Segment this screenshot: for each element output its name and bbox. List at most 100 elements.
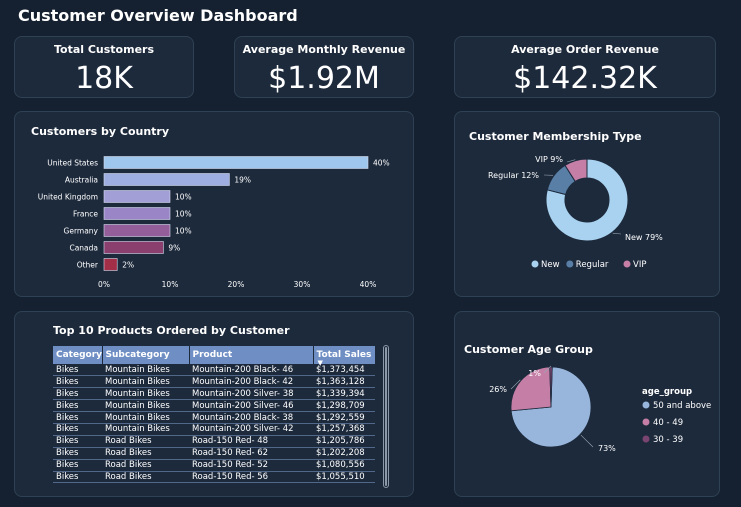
legend-label[interactable]: 40 - 49 bbox=[653, 418, 683, 428]
table-row[interactable]: Bikes Road Bikes Road-150 Red- 62 $1,202,20… bbox=[53, 447, 375, 460]
x-tick-label: 30% bbox=[294, 280, 311, 289]
country-chart-card[interactable]: Customers by Country United States 40% Aus… bbox=[14, 111, 414, 297]
x-tick-label: 40% bbox=[360, 280, 377, 289]
table-cell: Road Bikes bbox=[102, 471, 189, 484]
data-label: 9% bbox=[168, 244, 180, 253]
table-cell: Bikes bbox=[53, 459, 102, 472]
kpi-card-total-customers[interactable]: Total Customers 18K bbox=[14, 36, 194, 98]
category-label: Australia bbox=[65, 176, 98, 185]
table-cell: Mountain Bikes bbox=[102, 423, 189, 436]
legend-label[interactable]: 50 and above bbox=[653, 401, 711, 411]
legend-marker bbox=[642, 418, 650, 426]
kpi-value: $142.32K bbox=[513, 61, 657, 96]
table-row[interactable]: Bikes Mountain Bikes Mountain-200 Black- 4… bbox=[53, 375, 375, 389]
table-cell: Mountain Bikes bbox=[102, 387, 189, 401]
table-row[interactable]: Bikes Mountain Bikes Mountain-200 Silver- … bbox=[53, 423, 375, 436]
legend-marker bbox=[566, 260, 574, 268]
leader-line bbox=[580, 434, 594, 448]
table-row[interactable]: Bikes Road Bikes Road-150 Red- 56 $1,055,51… bbox=[53, 471, 375, 484]
sort-desc-icon[interactable]: ▼ bbox=[318, 359, 323, 367]
table-cell: Bikes bbox=[53, 435, 102, 448]
table-cell: $1,292,559 bbox=[313, 411, 375, 424]
table-cell: Bikes bbox=[53, 471, 102, 484]
table-cell: Bikes bbox=[53, 375, 102, 389]
table-title: Top 10 Products Ordered by Customer bbox=[53, 324, 290, 337]
table-cell: Mountain Bikes bbox=[102, 399, 189, 413]
table-cell: $1,202,208 bbox=[313, 447, 375, 460]
bar-other[interactable] bbox=[103, 258, 118, 271]
slice-label: 1% bbox=[528, 369, 541, 378]
table-cell: Mountain Bikes bbox=[102, 364, 189, 377]
age-pie-chart[interactable]: 73% 26% 1% age_group 50 and above 40 - 49 30 -… bbox=[455, 312, 719, 496]
table-cell: Mountain-200 Silver- 38 bbox=[189, 387, 313, 401]
table-cell: Bikes bbox=[53, 387, 102, 401]
membership-donut-chart[interactable]: New 79% Regular 12% VIP 9% New Regular VIP bbox=[455, 112, 719, 296]
legend-label[interactable]: VIP bbox=[633, 260, 646, 270]
bar-united-states[interactable] bbox=[103, 156, 369, 169]
bar-france[interactable] bbox=[103, 207, 171, 220]
table-cell: $1,363,128 bbox=[313, 375, 375, 389]
legend-title: age_group bbox=[642, 387, 692, 397]
data-label: 10% bbox=[175, 193, 192, 202]
category-label: United States bbox=[47, 159, 98, 168]
table-cell: $1,080,556 bbox=[313, 459, 375, 472]
x-tick-label: 20% bbox=[228, 280, 245, 289]
table-scrollbar[interactable] bbox=[383, 345, 389, 488]
table-cell: Mountain Bikes bbox=[102, 411, 189, 424]
table-cell: Road-150 Red- 56 bbox=[189, 471, 313, 484]
table-cell: $1,298,709 bbox=[313, 399, 375, 413]
table-cell: Bikes bbox=[53, 447, 102, 460]
table-row[interactable]: Bikes Mountain Bikes Mountain-200 Silver- … bbox=[53, 387, 375, 401]
top-products-card[interactable]: Top 10 Products Ordered by Customer Cate… bbox=[14, 311, 414, 497]
table-row[interactable]: Bikes Mountain Bikes Mountain-200 Black- 3… bbox=[53, 411, 375, 424]
leader-line bbox=[612, 232, 622, 235]
table-cell: Mountain-200 Black- 42 bbox=[189, 375, 313, 389]
category-label: Other bbox=[77, 261, 99, 270]
legend-label[interactable]: New bbox=[541, 260, 560, 270]
membership-chart-card[interactable]: Customer Membership Type New 79% Regular … bbox=[454, 111, 720, 297]
kpi-card-avg-order-revenue[interactable]: Average Order Revenue $142.32K bbox=[454, 36, 716, 98]
bar-united-kingdom[interactable] bbox=[103, 190, 171, 203]
data-label: 19% bbox=[234, 176, 251, 185]
legend-marker bbox=[642, 401, 650, 409]
category-label: Germany bbox=[64, 227, 99, 236]
column-header-product[interactable]: Product bbox=[189, 346, 314, 364]
legend-marker bbox=[623, 260, 631, 268]
table-cell: Road Bikes bbox=[102, 459, 189, 472]
products-table-wrap: Category Subcategory Product Total Sales ▼ B… bbox=[53, 346, 376, 484]
table-row[interactable]: Bikes Mountain Bikes Mountain-200 Black- 4… bbox=[53, 364, 375, 377]
page-title: Customer Overview Dashboard bbox=[18, 6, 298, 25]
bar-germany[interactable] bbox=[103, 224, 171, 237]
table-row[interactable]: Bikes Mountain Bikes Mountain-200 Silver- … bbox=[53, 399, 375, 413]
table-row[interactable]: Bikes Road Bikes Road-150 Red- 52 $1,080,55… bbox=[53, 459, 375, 472]
kpi-label: Average Order Revenue bbox=[511, 43, 659, 56]
data-label: 2% bbox=[122, 261, 134, 270]
column-header-subcategory[interactable]: Subcategory bbox=[102, 346, 190, 364]
category-label: United Kingdom bbox=[38, 193, 98, 202]
data-label: 40% bbox=[373, 159, 390, 168]
table-scrollbar-thumb[interactable] bbox=[385, 347, 387, 486]
table-row[interactable]: Bikes Road Bikes Road-150 Red- 48 $1,205,78… bbox=[53, 435, 375, 448]
data-label: 10% bbox=[175, 210, 192, 219]
country-bar-chart[interactable]: United States 40% Australia 19% United Kingd… bbox=[15, 112, 413, 296]
kpi-value: 18K bbox=[75, 61, 133, 96]
legend-label[interactable]: 30 - 39 bbox=[653, 435, 683, 445]
age-chart-card[interactable]: Customer Age Group 73% 26% 1% age_group 50 a… bbox=[454, 311, 720, 497]
bar-australia[interactable] bbox=[103, 173, 230, 186]
legend-marker bbox=[642, 435, 650, 443]
legend-marker bbox=[531, 260, 539, 268]
data-label: 10% bbox=[175, 227, 192, 236]
kpi-card-avg-monthly-revenue[interactable]: Average Monthly Revenue $1.92M bbox=[234, 36, 414, 98]
column-header-category[interactable]: Category bbox=[53, 346, 103, 364]
table-cell: Mountain-200 Silver- 46 bbox=[189, 399, 313, 413]
kpi-value: $1.92M bbox=[268, 61, 380, 96]
legend-label[interactable]: Regular bbox=[576, 260, 609, 270]
table-cell: Mountain-200 Silver- 42 bbox=[189, 423, 313, 436]
slice-label: Regular 12% bbox=[488, 171, 539, 180]
table-cell: Road-150 Red- 48 bbox=[189, 435, 313, 448]
bar-canada[interactable] bbox=[103, 241, 164, 254]
column-header-total-sales[interactable]: Total Sales ▼ bbox=[313, 346, 376, 367]
table-cell: Bikes bbox=[53, 411, 102, 424]
table-cell: Mountain-200 Black- 38 bbox=[189, 411, 313, 424]
table-cell: Bikes bbox=[53, 364, 102, 377]
